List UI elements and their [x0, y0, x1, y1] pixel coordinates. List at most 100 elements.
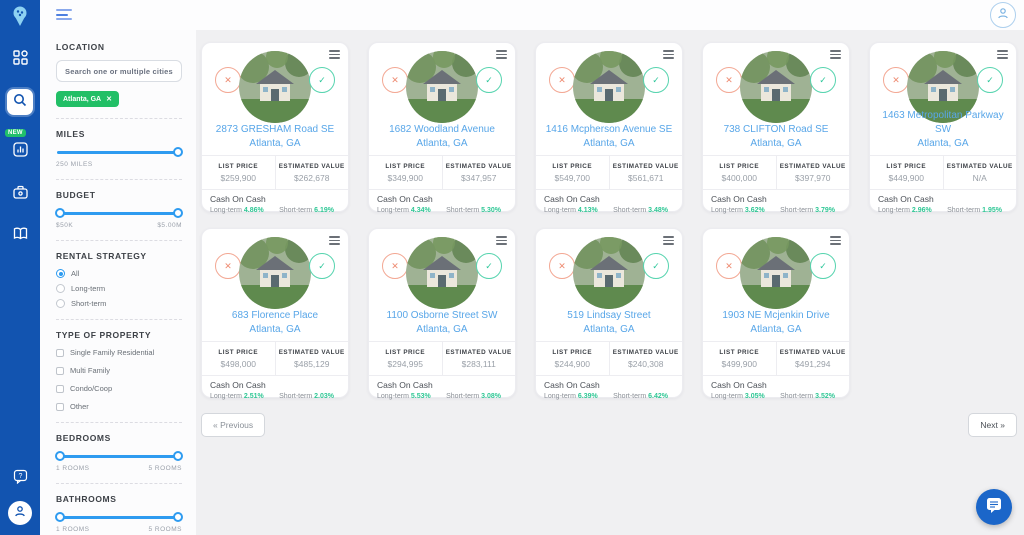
rental-strategy-title: RENTAL STRATEGY	[56, 251, 182, 261]
property-photo[interactable]	[239, 51, 311, 123]
short-term-value: 1.95%	[982, 207, 1002, 214]
miles-slider[interactable]	[57, 147, 181, 157]
check-icon: ✓	[819, 75, 827, 86]
accept-property-button[interactable]: ✓	[643, 253, 669, 279]
slider-track[interactable]	[57, 516, 181, 519]
bedrooms-slider[interactable]	[57, 451, 181, 461]
short-term-value: 5.30%	[481, 207, 501, 214]
slider-track[interactable]	[57, 151, 181, 154]
reject-property-button[interactable]: ✕	[215, 67, 241, 93]
radio-option-short-term[interactable]: Short-term	[56, 299, 182, 308]
property-address-link[interactable]: 1903 NE Mcjenkin Drive Atlanta, GA	[707, 309, 845, 337]
property-address-link[interactable]: 738 CLIFTON Road SE Atlanta, GA	[707, 123, 845, 151]
property-photo[interactable]	[740, 237, 812, 309]
radio-icon[interactable]	[56, 269, 65, 278]
card-menu-icon[interactable]	[329, 50, 340, 61]
short-term-item: Short-term 6.42%	[613, 393, 668, 400]
property-address-link[interactable]: 1100 Osborne Street SW Atlanta, GA	[373, 309, 511, 337]
slider-track[interactable]	[57, 455, 181, 458]
previous-page-button[interactable]: « Previous	[201, 413, 265, 437]
x-icon: ✕	[725, 261, 733, 272]
slider-handle-max[interactable]	[173, 512, 183, 522]
menu-toggle-button[interactable]	[56, 9, 72, 23]
slider-handle-max[interactable]	[173, 451, 183, 461]
accept-property-button[interactable]: ✓	[810, 67, 836, 93]
radio-option-all[interactable]: All	[56, 269, 182, 278]
property-photo[interactable]	[573, 51, 645, 123]
checkbox-single-family[interactable]: Single Family Residential	[56, 348, 182, 357]
reject-property-button[interactable]: ✕	[549, 67, 575, 93]
radio-option-long-term[interactable]: Long-term	[56, 284, 182, 293]
help-button[interactable]: ?	[13, 469, 28, 489]
property-address-link[interactable]: 519 Lindsay Street Atlanta, GA	[540, 309, 678, 337]
chat-launcher-button[interactable]	[976, 489, 1012, 525]
property-address-link[interactable]: 683 Florence Place Atlanta, GA	[206, 309, 344, 337]
city-search-input[interactable]	[56, 60, 182, 82]
reject-property-button[interactable]: ✕	[716, 253, 742, 279]
checkbox-icon[interactable]	[56, 367, 64, 375]
checkbox-condo-coop[interactable]: Condo/Coop	[56, 384, 182, 393]
list-price-value: $498,000	[221, 359, 256, 369]
card-menu-icon[interactable]	[830, 50, 841, 61]
slider-handle-min[interactable]	[55, 451, 65, 461]
slider-handle-min[interactable]	[55, 512, 65, 522]
accept-property-button[interactable]: ✓	[977, 67, 1003, 93]
card-menu-icon[interactable]	[830, 236, 841, 247]
checkbox-other[interactable]: Other	[56, 402, 182, 411]
property-address-link[interactable]: 1463 Metropolitan Parkway SW Atlanta, GA	[874, 109, 1012, 151]
reject-property-button[interactable]: ✕	[883, 67, 909, 93]
property-address-link[interactable]: 1682 Woodland Avenue Atlanta, GA	[373, 123, 511, 151]
card-menu-icon[interactable]	[663, 50, 674, 61]
checkbox-icon[interactable]	[56, 349, 64, 357]
account-button[interactable]	[990, 2, 1016, 28]
long-term-value: 6.39%	[578, 393, 598, 400]
remove-tag-icon[interactable]: ✕	[106, 95, 112, 103]
slider-handle-max[interactable]	[173, 208, 183, 218]
property-photo[interactable]	[406, 237, 478, 309]
list-price-label: LIST PRICE	[218, 349, 258, 356]
sidebar-item-portfolio[interactable]	[7, 181, 33, 207]
property-photo[interactable]	[239, 237, 311, 309]
accept-property-button[interactable]: ✓	[810, 253, 836, 279]
reject-property-button[interactable]: ✕	[549, 253, 575, 279]
card-menu-icon[interactable]	[663, 236, 674, 247]
reject-property-button[interactable]: ✕	[382, 67, 408, 93]
accept-property-button[interactable]: ✓	[643, 67, 669, 93]
slider-handle-min[interactable]	[55, 208, 65, 218]
budget-slider[interactable]	[57, 208, 181, 218]
card-menu-icon[interactable]	[329, 236, 340, 247]
sidebar-item-analytics[interactable]	[7, 139, 33, 165]
property-photo[interactable]	[406, 51, 478, 123]
accept-property-button[interactable]: ✓	[476, 67, 502, 93]
sidebar-item-dashboard[interactable]	[7, 47, 33, 73]
reject-property-button[interactable]: ✕	[382, 253, 408, 279]
checkbox-icon[interactable]	[56, 385, 64, 393]
accept-property-button[interactable]: ✓	[476, 253, 502, 279]
list-price-value: $449,900	[889, 173, 924, 183]
radio-icon[interactable]	[56, 284, 65, 293]
bathrooms-slider[interactable]	[57, 512, 181, 522]
price-info-row: LIST PRICE $549,700 ESTIMATED VALUE $561…	[536, 155, 682, 189]
card-menu-icon[interactable]	[997, 50, 1008, 61]
check-icon: ✓	[318, 75, 326, 86]
app-logo[interactable]	[7, 5, 33, 31]
checkbox-icon[interactable]	[56, 403, 64, 411]
card-menu-icon[interactable]	[496, 236, 507, 247]
reject-property-button[interactable]: ✕	[716, 67, 742, 93]
property-address-link[interactable]: 2873 GRESHAM Road SE Atlanta, GA	[206, 123, 344, 151]
card-menu-icon[interactable]	[496, 50, 507, 61]
sidebar-item-academy[interactable]	[7, 223, 33, 249]
property-address-link[interactable]: 1416 Mcpherson Avenue SE Atlanta, GA	[540, 123, 678, 151]
slider-track[interactable]	[57, 212, 181, 215]
accept-property-button[interactable]: ✓	[309, 67, 335, 93]
checkbox-multi-family[interactable]: Multi Family	[56, 366, 182, 375]
user-avatar-button[interactable]	[8, 501, 32, 525]
property-photo[interactable]	[573, 237, 645, 309]
reject-property-button[interactable]: ✕	[215, 253, 241, 279]
next-page-button[interactable]: Next »	[968, 413, 1017, 437]
slider-handle[interactable]	[173, 147, 183, 157]
radio-icon[interactable]	[56, 299, 65, 308]
sidebar-item-search[interactable]: NEW	[7, 89, 33, 115]
property-photo[interactable]	[740, 51, 812, 123]
accept-property-button[interactable]: ✓	[309, 253, 335, 279]
